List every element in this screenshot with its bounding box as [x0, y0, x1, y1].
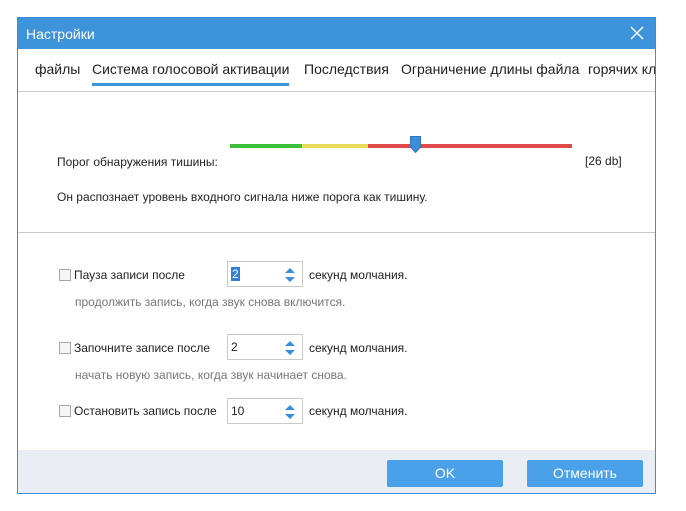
- tab-bar: файлы Система голосовой активации Послед…: [18, 49, 655, 92]
- close-icon[interactable]: [628, 24, 646, 42]
- tab-effects[interactable]: Последствия: [304, 61, 389, 85]
- title-bar: Настройки: [18, 18, 655, 49]
- start-recording-checkbox[interactable]: [59, 342, 71, 354]
- pause-seconds-suffix: секунд молчания.: [309, 268, 408, 282]
- slider-thumb[interactable]: [410, 136, 421, 153]
- stop-recording-label: Остановить запись после: [74, 404, 217, 418]
- start-seconds-value[interactable]: 2: [231, 340, 238, 354]
- silence-threshold-label: Порог обнаружения тишины:: [57, 155, 218, 169]
- dialog-title: Настройки: [26, 26, 95, 42]
- spin-arrows-icon[interactable]: [284, 265, 296, 285]
- dialog-footer: OK Отменить: [18, 450, 655, 493]
- stop-seconds-stepper[interactable]: 10: [227, 398, 303, 424]
- pause-recording-hint: продолжить запись, когда звук снова вклю…: [75, 295, 346, 309]
- silence-threshold-slider[interactable]: [230, 136, 572, 153]
- pause-recording-label: Пауза записи после: [74, 268, 185, 282]
- pause-seconds-value[interactable]: 2: [231, 267, 240, 281]
- ok-button[interactable]: OK: [387, 460, 503, 487]
- start-recording-hint: начать новую запись, когда звук начинает…: [75, 368, 347, 382]
- silence-threshold-section: Порог обнаружения тишины: [26 db] Он рас…: [18, 92, 655, 233]
- stop-seconds-value[interactable]: 10: [231, 404, 244, 418]
- slider-yellow-zone: [302, 144, 368, 148]
- tab-files[interactable]: файлы: [35, 61, 80, 85]
- silence-threshold-description: Он распознает уровень входного сигнала н…: [57, 190, 428, 204]
- pause-seconds-stepper[interactable]: 2: [227, 261, 303, 287]
- spin-arrows-icon[interactable]: [284, 338, 296, 358]
- start-seconds-suffix: секунд молчания.: [309, 341, 408, 355]
- cancel-button[interactable]: Отменить: [527, 460, 643, 487]
- slider-red-zone: [368, 144, 572, 148]
- silence-threshold-value: [26 db]: [585, 154, 622, 168]
- stop-recording-checkbox[interactable]: [59, 405, 71, 417]
- tab-hotkeys[interactable]: горячих кл: [588, 61, 655, 85]
- tab-file-length-limit[interactable]: Ограничение длины файла: [401, 61, 579, 85]
- pause-recording-checkbox[interactable]: [59, 269, 71, 281]
- settings-dialog: Настройки файлы Система голосовой актива…: [17, 17, 656, 494]
- spin-arrows-icon[interactable]: [284, 402, 296, 422]
- start-seconds-stepper[interactable]: 2: [227, 334, 303, 360]
- tab-voice-activation[interactable]: Система голосовой активации: [92, 61, 290, 86]
- slider-green-zone: [230, 144, 302, 148]
- start-recording-label: Започните записе после: [74, 341, 211, 355]
- stop-seconds-suffix: секунд молчания.: [309, 404, 408, 418]
